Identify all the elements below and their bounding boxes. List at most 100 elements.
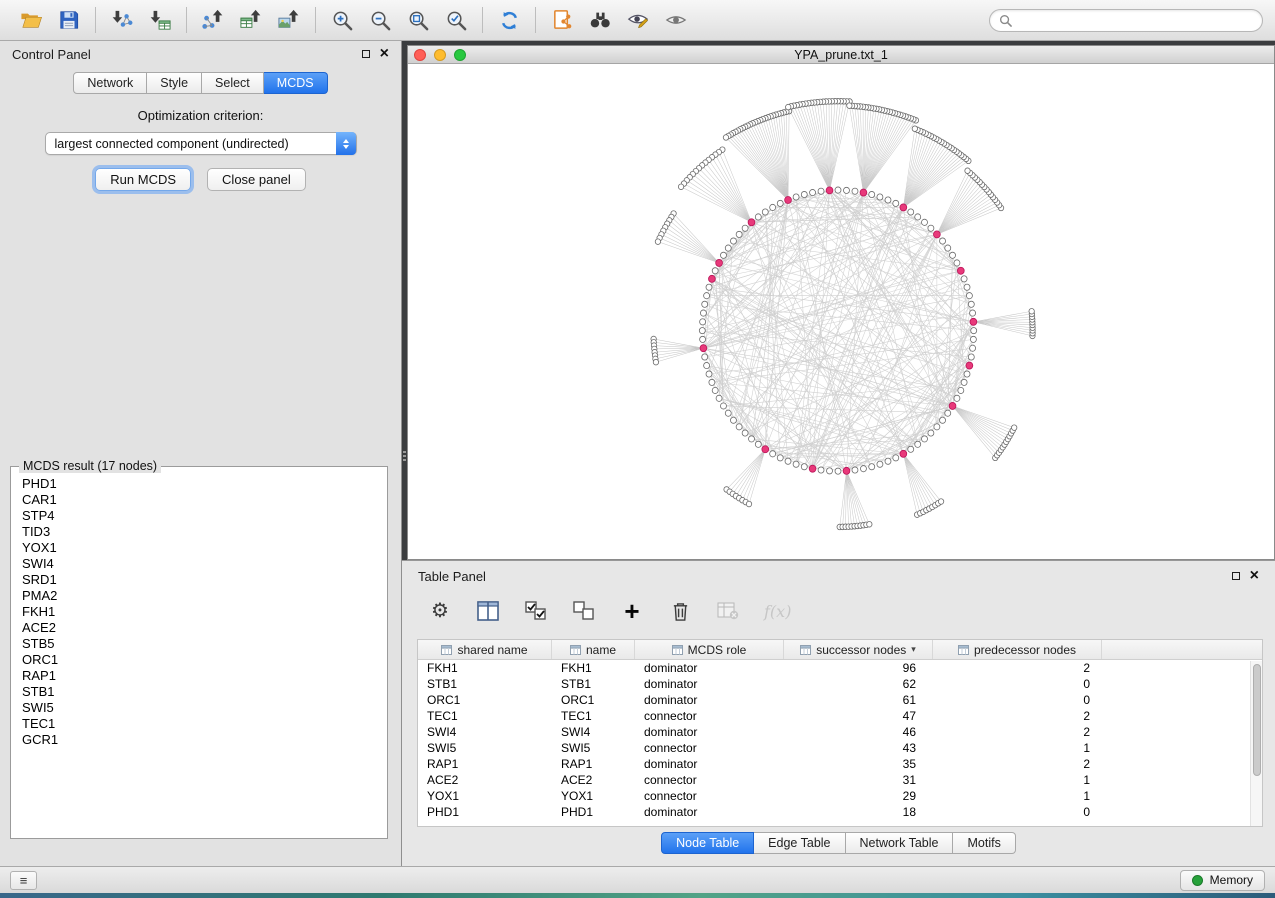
find-button[interactable] <box>581 3 619 37</box>
table-row[interactable]: YOX1YOX1connector291 <box>418 788 1262 804</box>
deselect-all-rows-button[interactable] <box>572 598 596 624</box>
splitter-grip[interactable] <box>403 449 406 463</box>
zoom-fit-button[interactable] <box>399 3 437 37</box>
table-row[interactable]: SWI5SWI5connector431 <box>418 740 1262 756</box>
table-row[interactable]: ORC1ORC1dominator610 <box>418 692 1262 708</box>
float-panel-icon[interactable] <box>362 50 370 58</box>
open-session-button[interactable] <box>12 3 50 37</box>
mcds-result-item[interactable]: PMA2 <box>15 588 383 604</box>
run-mcds-button[interactable]: Run MCDS <box>95 168 191 191</box>
mcds-result-item[interactable]: YOX1 <box>15 540 383 556</box>
share-document-button[interactable] <box>543 3 581 37</box>
import-table-button[interactable] <box>141 3 179 37</box>
tab-edge-table[interactable]: Edge Table <box>754 832 845 854</box>
table-row[interactable]: ACE2ACE2connector311 <box>418 772 1262 788</box>
table-row[interactable]: SWI4SWI4dominator462 <box>418 724 1262 740</box>
mcds-result-item[interactable]: ACE2 <box>15 620 383 636</box>
column-header-name[interactable]: name <box>552 640 635 659</box>
close-panel-icon[interactable]: × <box>380 46 389 62</box>
export-network-button[interactable] <box>194 3 232 37</box>
import-network-button[interactable] <box>103 3 141 37</box>
cell-shared_name: YOX1 <box>418 789 552 803</box>
tab-style[interactable]: Style <box>147 72 202 94</box>
hamburger-icon: ≡ <box>20 873 28 888</box>
optimization-criterion-select[interactable]: largest connected component (undirected) <box>45 132 357 155</box>
mcds-result-item[interactable]: SRD1 <box>15 572 383 588</box>
mcds-result-item[interactable]: TEC1 <box>15 716 383 732</box>
mcds-result-item[interactable]: CAR1 <box>15 492 383 508</box>
mcds-result-item[interactable]: ORC1 <box>15 652 383 668</box>
toolbar-separator <box>186 7 187 33</box>
mcds-result-item[interactable]: FKH1 <box>15 604 383 620</box>
import-table-icon <box>148 9 172 31</box>
table-panel-tabs: Node Table Edge Table Network Table Moti… <box>402 832 1275 854</box>
tab-node-table[interactable]: Node Table <box>661 832 754 854</box>
close-panel-button[interactable]: Close panel <box>207 168 306 191</box>
mcds-result-item[interactable]: STB1 <box>15 684 383 700</box>
zoom-in-button[interactable] <box>323 3 361 37</box>
memory-button[interactable]: Memory <box>1180 870 1265 891</box>
mcds-result-list[interactable]: PHD1CAR1STP4TID3YOX1SWI4SRD1PMA2FKH1ACE2… <box>15 476 383 834</box>
mcds-result-item[interactable]: GCR1 <box>15 732 383 748</box>
mcds-result-item[interactable]: SWI5 <box>15 700 383 716</box>
export-image-button[interactable] <box>270 3 308 37</box>
cell-name: ORC1 <box>552 693 635 707</box>
column-header-successor-nodes[interactable]: successor nodes ▾ <box>784 640 933 659</box>
column-type-icon <box>570 645 581 655</box>
table-settings-button[interactable]: ⚙ <box>428 598 452 624</box>
close-table-panel-icon[interactable]: × <box>1250 568 1259 584</box>
cell-predecessors: 2 <box>933 725 1102 739</box>
column-header-shared-name[interactable]: shared name <box>418 640 552 659</box>
tab-select[interactable]: Select <box>202 72 264 94</box>
tab-network[interactable]: Network <box>73 72 147 94</box>
zoom-selected-button[interactable] <box>437 3 475 37</box>
status-menu-button[interactable]: ≡ <box>10 871 37 890</box>
show-hide-details-button[interactable] <box>657 3 695 37</box>
node-table-body: FKH1FKH1dominator962STB1STB1dominator620… <box>418 660 1262 820</box>
tab-motifs[interactable]: Motifs <box>953 832 1015 854</box>
mcds-result-item[interactable]: STP4 <box>15 508 383 524</box>
status-bar: ≡ Memory <box>0 866 1275 893</box>
mcds-result-item[interactable]: SWI4 <box>15 556 383 572</box>
zoom-out-button[interactable] <box>361 3 399 37</box>
mcds-result-item[interactable]: STB5 <box>15 636 383 652</box>
tab-network-table[interactable]: Network Table <box>846 832 954 854</box>
column-header-mcds-role[interactable]: MCDS role <box>635 640 784 659</box>
plus-icon: + <box>624 601 639 622</box>
table-toolbar: ⚙ + f(x) <box>402 591 1275 631</box>
create-column-button[interactable]: + <box>620 598 644 624</box>
cell-predecessors: 0 <box>933 805 1102 819</box>
control-panel-title: Control Panel <box>12 47 91 62</box>
mcds-result-item[interactable]: RAP1 <box>15 668 383 684</box>
cell-predecessors: 1 <box>933 789 1102 803</box>
export-table-button[interactable] <box>232 3 270 37</box>
search-field[interactable] <box>989 9 1263 32</box>
column-header-predecessor-nodes[interactable]: predecessor nodes <box>933 640 1102 659</box>
table-row[interactable]: STB1STB1dominator620 <box>418 676 1262 692</box>
desktop-wallpaper-strip <box>0 893 1275 898</box>
table-panel-titlebar: Table Panel × <box>402 561 1275 591</box>
cell-role: dominator <box>635 725 784 739</box>
show-columns-button[interactable] <box>476 598 500 624</box>
cell-shared_name: RAP1 <box>418 757 552 771</box>
mcds-result-item[interactable]: PHD1 <box>15 476 383 492</box>
delete-column-button[interactable] <box>668 598 692 624</box>
table-row[interactable]: PHD1PHD1dominator180 <box>418 804 1262 820</box>
search-input[interactable] <box>1018 13 1253 27</box>
save-session-button[interactable] <box>50 3 88 37</box>
toggle-graphics-details-button[interactable] <box>619 3 657 37</box>
select-all-rows-button[interactable] <box>524 598 548 624</box>
float-table-panel-icon[interactable] <box>1232 572 1240 580</box>
table-scrollbar[interactable] <box>1250 661 1262 826</box>
network-canvas[interactable] <box>408 64 1274 559</box>
apply-layout-button[interactable] <box>490 3 528 37</box>
table-row[interactable]: RAP1RAP1dominator352 <box>418 756 1262 772</box>
network-window-titlebar[interactable]: YPA_prune.txt_1 <box>408 46 1274 64</box>
cell-name: PHD1 <box>552 805 635 819</box>
binoculars-icon <box>588 9 612 31</box>
scrollbar-thumb[interactable] <box>1253 664 1261 776</box>
table-row[interactable]: FKH1FKH1dominator962 <box>418 660 1262 676</box>
tab-mcds[interactable]: MCDS <box>264 72 328 94</box>
mcds-result-item[interactable]: TID3 <box>15 524 383 540</box>
table-row[interactable]: TEC1TEC1connector472 <box>418 708 1262 724</box>
